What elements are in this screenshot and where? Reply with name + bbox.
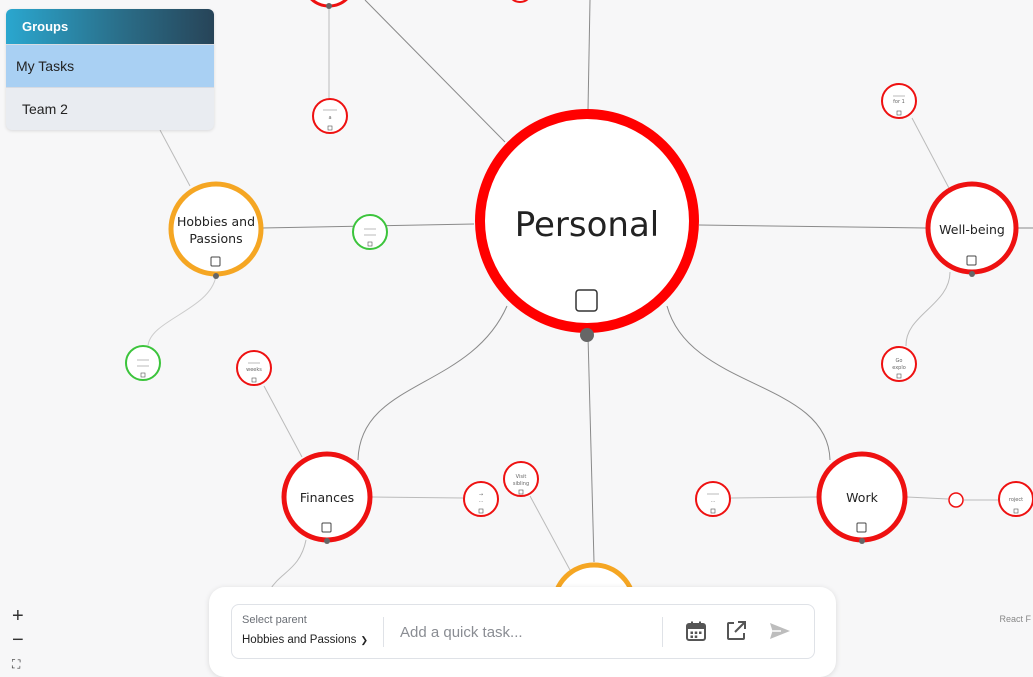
node-wellbeing-label: Well-being [939, 222, 1005, 237]
edge [357, 305, 508, 461]
quick-task-input[interactable] [398, 617, 652, 647]
small-node-green[interactable] [352, 214, 388, 250]
small-node[interactable]: → ... [463, 481, 499, 517]
small-node-label: Go [896, 358, 903, 364]
small-node[interactable]: a [312, 98, 348, 134]
small-node[interactable]: weeks [236, 350, 272, 386]
edge [698, 224, 927, 229]
small-node-label: weeks [246, 367, 262, 373]
small-node-label: sibling [513, 481, 529, 487]
calendar-icon[interactable] [684, 619, 708, 643]
edge [666, 305, 831, 461]
attribution-link[interactable]: React F [999, 614, 1031, 624]
node-personal[interactable]: Personal [475, 109, 699, 342]
node-partial-top[interactable] [508, 0, 532, 3]
edge [364, 0, 506, 143]
node-handle [326, 3, 332, 9]
group-item-my-tasks[interactable]: My Tasks [6, 44, 214, 87]
svg-text:a: a [328, 115, 331, 121]
edge [587, 335, 595, 563]
small-node-label: explo [892, 365, 906, 371]
node-well-being[interactable]: Well-being [925, 181, 1019, 277]
fit-view-button[interactable]: ⛶ [12, 654, 20, 674]
node-handle [859, 538, 865, 544]
edge [905, 271, 951, 347]
select-parent-label: Select parent [242, 614, 307, 626]
checkbox-icon[interactable] [856, 522, 867, 533]
small-node-green[interactable] [125, 345, 161, 381]
zoom-in-button[interactable]: + [12, 606, 24, 626]
quick-task-form: Select parent Hobbies and Passions ❯ [231, 604, 815, 659]
small-node[interactable]: Go explo [881, 346, 917, 382]
node-work-label: Work [846, 490, 878, 505]
chevron-down-icon: ❯ [360, 635, 368, 645]
open-external-icon[interactable] [724, 619, 748, 643]
small-node-label: ... [479, 498, 484, 504]
edge [906, 496, 949, 500]
divider [662, 617, 663, 647]
small-node[interactable]: ... [695, 481, 731, 517]
edge [371, 496, 464, 499]
node-hobbies-label-1: Hobbies and [177, 214, 255, 229]
checkbox-icon[interactable] [210, 256, 221, 267]
small-node[interactable] [948, 492, 964, 508]
group-item-team-2[interactable]: Team 2 [6, 87, 214, 130]
small-node-label: roject [1009, 497, 1023, 503]
node-hobbies-label-2: Passions [189, 231, 242, 246]
edge [730, 496, 818, 499]
edge [147, 275, 217, 347]
edge [263, 385, 303, 458]
select-parent-dropdown[interactable]: Hobbies and Passions ❯ [242, 634, 368, 646]
node-handle [580, 328, 594, 342]
select-parent-value: Hobbies and Passions [242, 634, 357, 646]
node-handle [213, 273, 219, 279]
small-node-label: ... [711, 498, 716, 504]
small-node-label: Visit [516, 474, 527, 480]
checkbox-icon[interactable] [966, 255, 977, 266]
node-handle [324, 538, 330, 544]
node-work[interactable]: Work [816, 451, 908, 544]
groups-header: Groups [6, 9, 214, 44]
edge [269, 539, 307, 591]
edge [911, 117, 951, 191]
node-handle [969, 271, 975, 277]
checkbox-icon[interactable] [321, 522, 332, 533]
small-node[interactable]: for 1 [881, 83, 917, 119]
zoom-out-button[interactable]: − [12, 630, 24, 650]
edge [529, 495, 571, 571]
small-node[interactable]: roject [998, 481, 1033, 517]
quick-task-bar: Select parent Hobbies and Passions ❯ [209, 587, 836, 677]
divider [383, 617, 384, 647]
edge [159, 129, 191, 187]
send-icon[interactable] [768, 619, 792, 643]
small-node-label: for 1 [893, 99, 905, 105]
small-node[interactable]: Visit sibling [503, 461, 539, 497]
node-hobbies-and-passions[interactable]: Hobbies and Passions [168, 181, 264, 279]
node-finances-label: Finances [300, 490, 354, 505]
node-finances[interactable]: Finances [281, 451, 373, 544]
checkbox-icon[interactable] [575, 289, 598, 312]
groups-panel: Groups My Tasks Team 2 [6, 9, 214, 130]
edge [587, 0, 591, 111]
node-personal-label: Personal [515, 205, 660, 245]
